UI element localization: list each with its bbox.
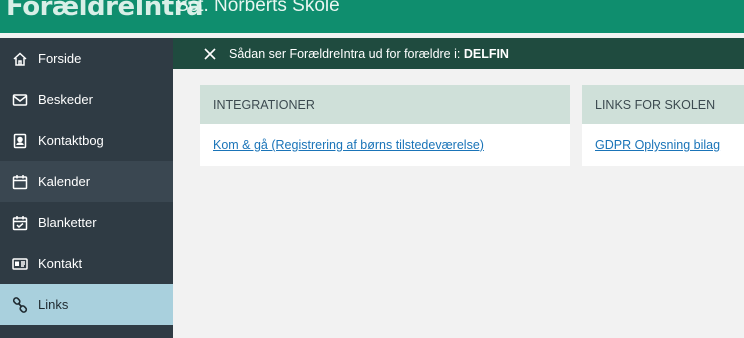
sidebar-item-label: Links bbox=[38, 297, 69, 312]
parent-view-banner: Sådan ser ForældreIntra ud for forældre … bbox=[173, 38, 744, 69]
app-logo[interactable]: ForældreIntra bbox=[6, 0, 204, 22]
kom-og-gaa-link[interactable]: Kom & gå (Registrering af børns tilstede… bbox=[213, 138, 484, 152]
sidebar-item-blanketter[interactable]: Blanketter bbox=[0, 202, 173, 243]
panel-title: INTEGRATIONER bbox=[200, 85, 570, 124]
school-links-panel: LINKS FOR SKOLEN GDPR Oplysning bilag bbox=[582, 85, 744, 166]
link-icon bbox=[12, 296, 28, 313]
banner-class-name: DELFIN bbox=[463, 46, 509, 61]
integrations-panel: INTEGRATIONER Kom & gå (Registrering af … bbox=[200, 85, 570, 166]
sidebar-item-label: Blanketter bbox=[38, 215, 97, 230]
sidebar-item-label: Beskeder bbox=[38, 92, 93, 107]
calendar-icon bbox=[12, 174, 28, 190]
sidebar-item-label: Kontaktbog bbox=[38, 133, 104, 148]
sidebar-item-kontaktbog[interactable]: Kontaktbog bbox=[0, 120, 173, 161]
sidebar-item-beskeder[interactable]: Beskeder bbox=[0, 79, 173, 120]
sidebar-item-kalender[interactable]: Kalender bbox=[0, 161, 173, 202]
school-name: Sct. Norberts Skole bbox=[176, 0, 340, 16]
sidebar: Forside Beskeder Kontaktbog Kalender Bla… bbox=[0, 38, 173, 338]
sidebar-item-kontakt[interactable]: Kontakt bbox=[0, 243, 173, 284]
sidebar-item-links[interactable]: Links bbox=[0, 284, 173, 325]
mail-icon bbox=[12, 92, 28, 108]
contact-book-icon bbox=[12, 133, 28, 149]
panel-title: LINKS FOR SKOLEN bbox=[582, 85, 744, 124]
close-icon[interactable] bbox=[203, 47, 217, 61]
sidebar-item-label: Kalender bbox=[38, 174, 91, 189]
banner-text: Sådan ser ForældreIntra ud for forældre … bbox=[229, 46, 509, 61]
sidebar-item-label: Kontakt bbox=[38, 256, 83, 271]
sidebar-item-label: Forside bbox=[38, 51, 82, 66]
sidebar-item-forside[interactable]: Forside bbox=[0, 38, 173, 79]
form-calendar-check-icon bbox=[12, 215, 28, 231]
gdpr-link[interactable]: GDPR Oplysning bilag bbox=[595, 138, 720, 152]
top-bar: ForældreIntra Sct. Norberts Skole bbox=[0, 0, 744, 33]
home-icon bbox=[12, 51, 28, 67]
id-card-icon bbox=[12, 256, 28, 272]
